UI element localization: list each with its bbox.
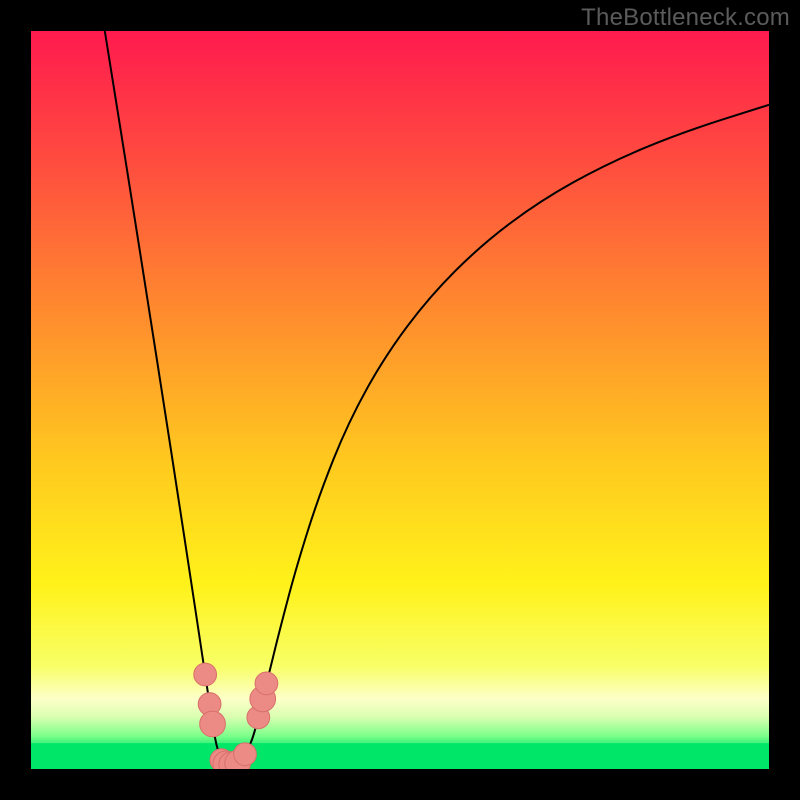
curve-marker xyxy=(234,743,257,766)
watermark-text: TheBottleneck.com xyxy=(581,4,790,32)
curve-marker xyxy=(255,672,278,695)
curve-marker xyxy=(200,711,226,737)
plot-svg xyxy=(31,31,769,769)
plot-area xyxy=(31,31,769,769)
curve-marker xyxy=(194,663,217,686)
green-band xyxy=(31,743,769,769)
chart-frame: TheBottleneck.com xyxy=(0,0,800,800)
